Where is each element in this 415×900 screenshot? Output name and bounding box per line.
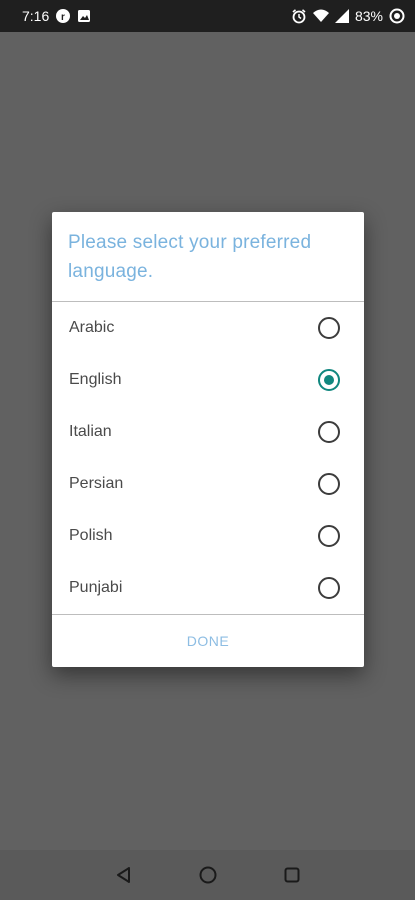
language-label: Polish xyxy=(69,527,113,544)
language-option-arabic[interactable]: Arabic xyxy=(52,302,364,354)
language-option-polish[interactable]: Polish xyxy=(52,510,364,562)
language-option-punjabi[interactable]: Punjabi xyxy=(52,562,364,614)
status-bar: 7:16 r 83% xyxy=(0,0,415,32)
status-left: 7:16 r xyxy=(22,8,91,24)
signal-icon xyxy=(334,9,349,23)
radio-button-unchecked[interactable] xyxy=(318,421,340,443)
language-label: Punjabi xyxy=(69,579,123,596)
radio-button-unchecked[interactable] xyxy=(318,577,340,599)
image-notification-icon xyxy=(77,9,91,23)
language-option-italian[interactable]: Italian xyxy=(52,406,364,458)
radio-button-checked[interactable] xyxy=(318,369,340,391)
radio-button-unchecked[interactable] xyxy=(318,525,340,547)
language-option-persian[interactable]: Persian xyxy=(52,458,364,510)
battery-icon xyxy=(389,8,405,24)
status-time: 7:16 xyxy=(22,8,50,24)
done-button[interactable]: DONE xyxy=(52,615,364,667)
home-icon[interactable] xyxy=(197,864,219,886)
radio-button-unchecked[interactable] xyxy=(318,317,340,339)
battery-percent: 83% xyxy=(354,8,383,24)
svg-text:r: r xyxy=(61,12,65,23)
language-label: Persian xyxy=(69,475,124,492)
language-label: Arabic xyxy=(69,319,115,336)
language-label: English xyxy=(69,371,122,388)
language-dialog: Please select your preferred language. A… xyxy=(52,212,364,667)
wifi-icon xyxy=(312,9,329,23)
language-option-english[interactable]: English xyxy=(52,354,364,406)
language-label: Italian xyxy=(69,423,112,440)
dialog-title: Please select your preferred language. xyxy=(68,232,312,282)
app-notification-icon: r xyxy=(55,8,71,24)
recents-icon[interactable] xyxy=(281,864,303,886)
status-right: 83% xyxy=(291,8,405,24)
radio-button-unchecked[interactable] xyxy=(318,473,340,495)
back-icon[interactable] xyxy=(113,864,135,886)
language-options-list: Arabic English Italian Persian Polish Pu… xyxy=(52,302,364,614)
alarm-icon xyxy=(291,8,307,24)
navigation-bar xyxy=(0,850,415,900)
